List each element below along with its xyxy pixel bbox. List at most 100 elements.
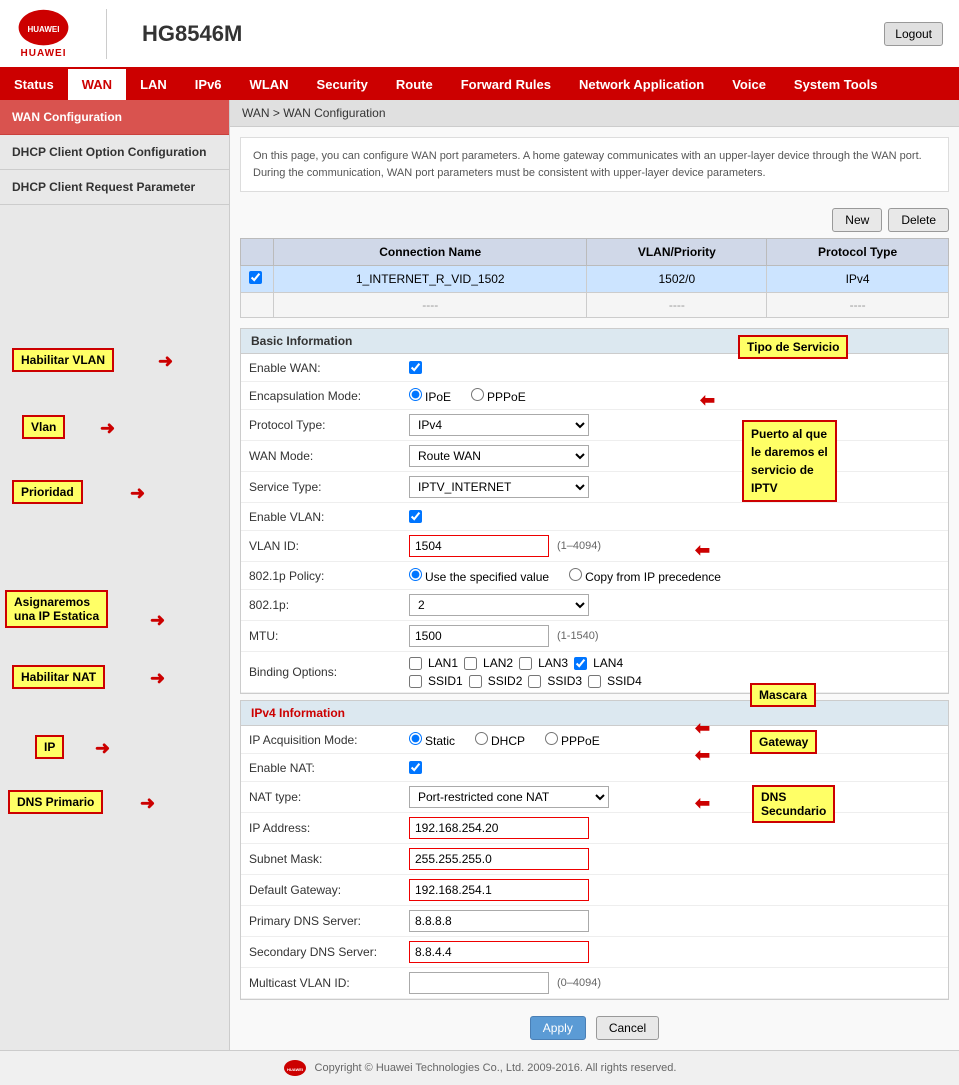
acq-pppoe-radio[interactable] xyxy=(545,732,558,745)
mtu-input[interactable] xyxy=(409,625,549,647)
encap-mode-row: Encapsulation Mode: IPoE PPPoE xyxy=(241,382,948,410)
table-row-empty: ---- ---- ---- xyxy=(241,293,949,318)
nav-lan[interactable]: LAN xyxy=(126,69,181,100)
nav-route[interactable]: Route xyxy=(382,69,447,100)
dns1-label: Primary DNS Server: xyxy=(249,914,409,928)
col-checkbox xyxy=(241,239,274,266)
dns1-input[interactable] xyxy=(409,910,589,932)
ip-label: IP Address: xyxy=(249,821,409,835)
nav-forward[interactable]: Forward Rules xyxy=(447,69,565,100)
vlan-id-label: VLAN ID: xyxy=(249,539,409,553)
ip-address-input[interactable] xyxy=(409,817,589,839)
apply-button[interactable]: Apply xyxy=(530,1016,586,1040)
acq-static-radio[interactable] xyxy=(409,732,422,745)
ssid2-checkbox[interactable] xyxy=(469,675,482,688)
vlan-id-input[interactable] xyxy=(409,535,549,557)
col-connection-name: Connection Name xyxy=(274,239,587,266)
enable-wan-label: Enable WAN: xyxy=(249,361,409,375)
svg-text:HUAWEI: HUAWEI xyxy=(28,25,60,34)
nav-status[interactable]: Status xyxy=(0,69,68,100)
gateway-input[interactable] xyxy=(409,879,589,901)
multicast-label: Multicast VLAN ID: xyxy=(249,976,409,990)
enable-wan-checkbox[interactable] xyxy=(409,361,422,374)
wan-mode-select[interactable]: Route WAN xyxy=(409,445,589,467)
basic-info-section: Basic Information Enable WAN: Encapsulat… xyxy=(240,328,949,694)
footer-logo: HUAWEI xyxy=(283,1059,307,1077)
lan4-checkbox[interactable] xyxy=(574,657,587,670)
dot1p-select[interactable]: 2 xyxy=(409,594,589,616)
lan3-checkbox[interactable] xyxy=(519,657,532,670)
dns2-row: Secondary DNS Server: xyxy=(241,937,948,968)
row2-vlan: ---- xyxy=(587,293,767,318)
enable-wan-row: Enable WAN: xyxy=(241,354,948,382)
service-type-select[interactable]: IPTV_INTERNET xyxy=(409,476,589,498)
row1-vlan: 1502/0 xyxy=(587,266,767,293)
nat-type-select[interactable]: Port-restricted cone NAT xyxy=(409,786,609,808)
toolbar: New Delete xyxy=(230,202,959,238)
sidebar-dhcp-request[interactable]: DHCP Client Request Parameter xyxy=(0,170,229,205)
nat-label: Enable NAT: xyxy=(249,761,409,775)
encap-pppoe-radio[interactable] xyxy=(471,388,484,401)
cancel-button[interactable]: Cancel xyxy=(596,1016,659,1040)
service-type-label: Service Type: xyxy=(249,480,409,494)
multicast-input[interactable] xyxy=(409,972,549,994)
nav-wlan[interactable]: WLAN xyxy=(236,69,303,100)
row2-protocol: ---- xyxy=(767,293,949,318)
encap-ipoe-radio[interactable] xyxy=(409,388,422,401)
sidebar-dhcp-option[interactable]: DHCP Client Option Configuration xyxy=(0,135,229,170)
multicast-hint: (0–4094) xyxy=(557,977,601,989)
acq-dhcp-radio[interactable] xyxy=(475,732,488,745)
policy-label: 802.1p Policy: xyxy=(249,569,409,583)
policy-row: 802.1p Policy: Use the specified value C… xyxy=(241,562,948,590)
ssid3-checkbox[interactable] xyxy=(528,675,541,688)
encap-label: Encapsulation Mode: xyxy=(249,389,409,403)
basic-info-title: Basic Information xyxy=(241,329,948,354)
delete-button[interactable]: Delete xyxy=(888,208,949,232)
nav-network-app[interactable]: Network Application xyxy=(565,69,718,100)
gateway-label: Default Gateway: xyxy=(249,883,409,897)
nav-bar: Status WAN LAN IPv6 WLAN Security Route … xyxy=(0,69,959,100)
binding-row: Binding Options: LAN1 LAN2 LAN3 LAN4 SSI… xyxy=(241,652,948,693)
multicast-row: Multicast VLAN ID: (0–4094) xyxy=(241,968,948,999)
wan-mode-row: WAN Mode: Route WAN xyxy=(241,441,948,472)
row1-checkbox[interactable] xyxy=(249,271,262,284)
action-row: Apply Cancel xyxy=(230,1006,959,1050)
sidebar-wan-config[interactable]: WAN Configuration xyxy=(0,100,229,135)
vlan-id-row: VLAN ID: (1–4094) xyxy=(241,531,948,562)
wan-mode-label: WAN Mode: xyxy=(249,449,409,463)
enable-vlan-label: Enable VLAN: xyxy=(249,510,409,524)
col-vlan: VLAN/Priority xyxy=(587,239,767,266)
logout-button[interactable]: Logout xyxy=(884,22,943,46)
lan1-checkbox[interactable] xyxy=(409,657,422,670)
ip-address-row: IP Address: xyxy=(241,813,948,844)
lan2-checkbox[interactable] xyxy=(464,657,477,670)
row2-checkbox xyxy=(241,293,274,318)
footer-text: Copyright © Huawei Technologies Co., Ltd… xyxy=(315,1062,677,1074)
enable-vlan-checkbox[interactable] xyxy=(409,510,422,523)
nav-wan[interactable]: WAN xyxy=(68,69,126,100)
service-type-row: Service Type: IPTV_INTERNET xyxy=(241,472,948,503)
mtu-hint: (1-1540) xyxy=(557,630,599,642)
nav-voice[interactable]: Voice xyxy=(718,69,780,100)
new-button[interactable]: New xyxy=(832,208,882,232)
row1-protocol: IPv4 xyxy=(767,266,949,293)
enable-nat-checkbox[interactable] xyxy=(409,761,422,774)
acq-label: IP Acquisition Mode: xyxy=(249,733,409,747)
device-name: HG8546M xyxy=(142,21,884,47)
nav-security[interactable]: Security xyxy=(303,69,382,100)
row2-name: ---- xyxy=(274,293,587,318)
policy-copy-radio[interactable] xyxy=(569,568,582,581)
subnet-input[interactable] xyxy=(409,848,589,870)
nav-ipv6[interactable]: IPv6 xyxy=(181,69,236,100)
binding-label: Binding Options: xyxy=(249,665,409,679)
enable-vlan-row: Enable VLAN: xyxy=(241,503,948,531)
dns2-input[interactable] xyxy=(409,941,589,963)
ssid1-checkbox[interactable] xyxy=(409,675,422,688)
nav-system-tools[interactable]: System Tools xyxy=(780,69,892,100)
dns1-row: Primary DNS Server: xyxy=(241,906,948,937)
protocol-select[interactable]: IPv4 xyxy=(409,414,589,436)
wan-table: Connection Name VLAN/Priority Protocol T… xyxy=(240,238,949,318)
policy-specified-radio[interactable] xyxy=(409,568,422,581)
ssid4-checkbox[interactable] xyxy=(588,675,601,688)
table-row[interactable]: 1_INTERNET_R_VID_1502 1502/0 IPv4 xyxy=(241,266,949,293)
